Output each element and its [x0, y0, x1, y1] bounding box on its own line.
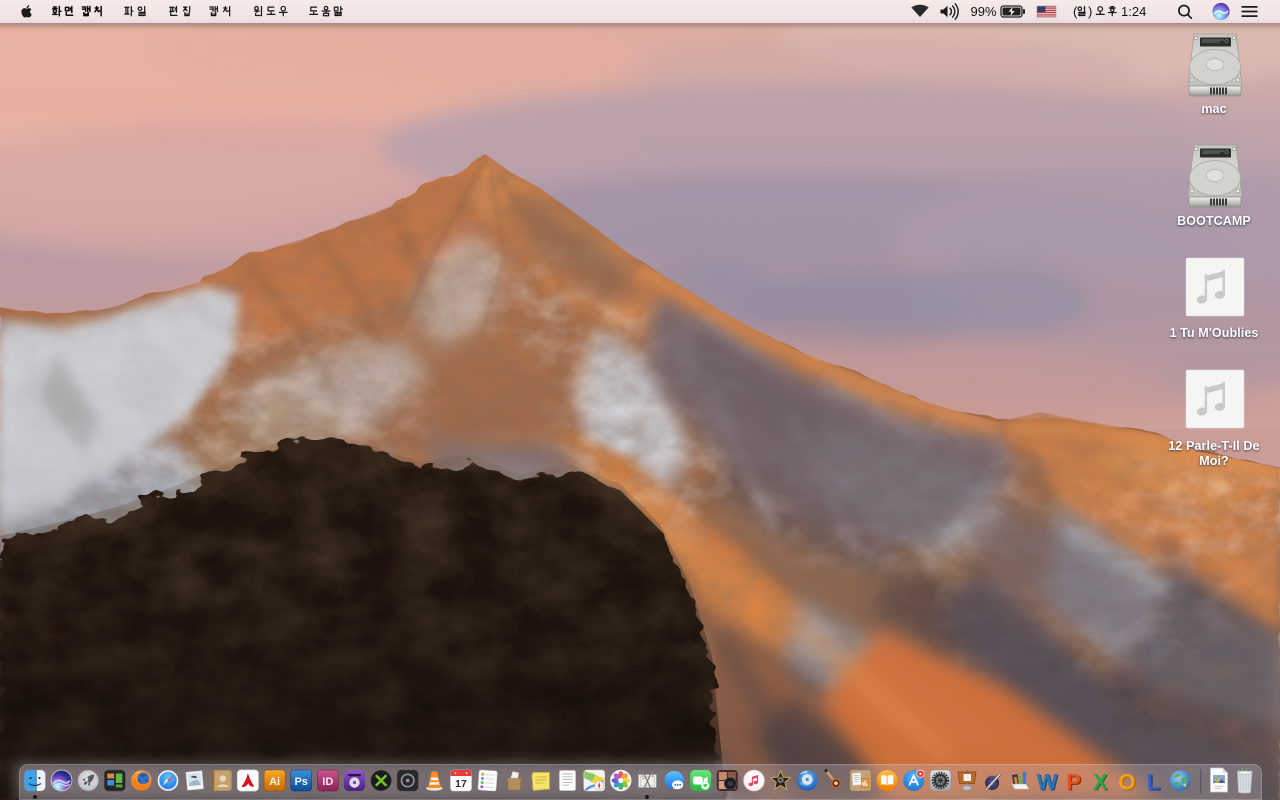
svg-text:L: L [1147, 770, 1160, 795]
svg-text:Ai: Ai [269, 776, 280, 788]
svg-text:Ps: Ps [294, 776, 307, 788]
svg-text:99%: 99% [971, 4, 997, 19]
svg-text:P: P [1066, 770, 1081, 795]
svg-text:17: 17 [455, 778, 467, 790]
svg-text:1:24: 1:24 [1121, 4, 1146, 19]
svg-text:W: W [1037, 770, 1058, 795]
svg-text:X: X [1093, 770, 1108, 795]
svg-text:(: ( [1073, 4, 1078, 19]
svg-text:ID: ID [322, 776, 333, 788]
svg-text:O: O [1118, 770, 1135, 795]
svg-text:): ) [1088, 4, 1092, 19]
